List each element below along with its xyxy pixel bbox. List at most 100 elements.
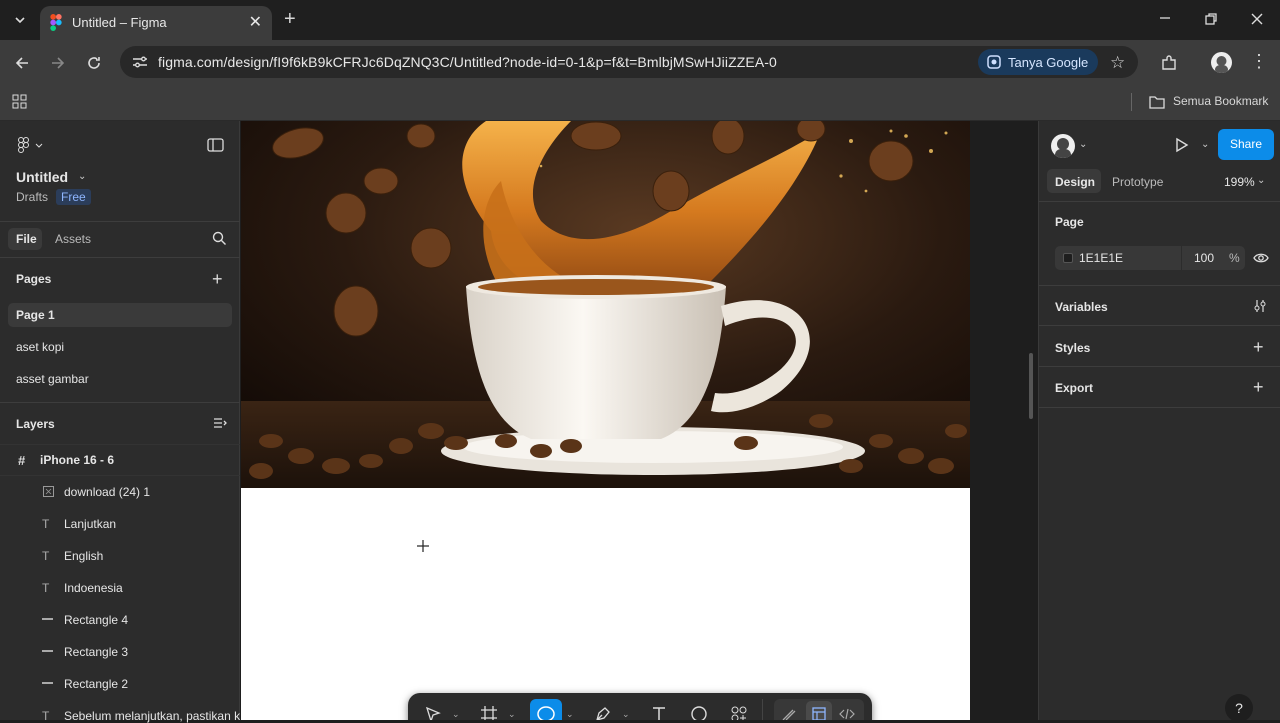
- frame-icon: #: [18, 453, 26, 468]
- google-lens-icon: [986, 54, 1002, 73]
- layer-frame-iphone[interactable]: iPhone 16 - 6: [40, 453, 114, 467]
- back-arrow-icon[interactable]: [14, 55, 30, 75]
- folder-icon: [1149, 95, 1165, 113]
- variables-sliders-icon[interactable]: [1253, 299, 1267, 316]
- chevron-down-icon[interactable]: ⌄: [452, 709, 460, 720]
- layer-item[interactable]: Lanjutkan: [64, 517, 116, 531]
- iphone-frame[interactable]: [241, 121, 970, 720]
- browser-tab-figma[interactable]: Untitled – Figma ✕: [40, 6, 272, 40]
- chevron-down-icon[interactable]: ⌄: [1201, 139, 1209, 150]
- layer-item[interactable]: Sebelum melanjutkan, pastikan ka: [64, 709, 240, 723]
- reload-icon[interactable]: [86, 55, 102, 75]
- page-fill-row[interactable]: 1E1E1E 100 %: [1055, 246, 1245, 270]
- help-button[interactable]: ?: [1225, 694, 1253, 722]
- tab-search-icon[interactable]: [12, 12, 28, 32]
- tab-close-icon[interactable]: ✕: [249, 12, 262, 32]
- tanya-google-button[interactable]: Tanya Google: [978, 49, 1098, 75]
- pages-header: Pages: [16, 272, 52, 286]
- design-canvas[interactable]: ⌄ ⌄ ⌄ ⌄: [241, 121, 1037, 720]
- dev-mode-icon[interactable]: [838, 705, 856, 720]
- tab-assets[interactable]: Assets: [55, 232, 91, 246]
- layer-item[interactable]: Rectangle 2: [64, 677, 128, 691]
- present-play-icon[interactable]: [1175, 137, 1189, 156]
- actions-tool-icon[interactable]: [730, 705, 748, 720]
- bookmark-star-icon[interactable]: ☆: [1110, 53, 1125, 73]
- pen-tool-icon[interactable]: [594, 705, 612, 720]
- window-close-icon[interactable]: [1250, 12, 1264, 30]
- layers-header: Layers: [16, 417, 55, 431]
- browser-tab-bar: Untitled – Figma ✕ +: [0, 0, 1280, 40]
- chrome-menu-icon[interactable]: ⋮: [1250, 52, 1268, 70]
- page-item-asset-gambar[interactable]: asset gambar: [16, 372, 89, 386]
- figma-main-menu-icon[interactable]: [17, 137, 43, 156]
- frame-tool-icon[interactable]: [480, 705, 498, 720]
- comment-tool-icon[interactable]: [690, 705, 708, 720]
- toggle-sidebar-icon[interactable]: [207, 138, 224, 155]
- tab-design[interactable]: Design: [1055, 175, 1095, 189]
- fill-row-divider: [1181, 246, 1182, 270]
- chevron-down-icon[interactable]: ⌄: [508, 709, 516, 720]
- layer-item[interactable]: Indoenesia: [64, 581, 123, 595]
- chevron-down-icon[interactable]: ⌄: [566, 709, 574, 720]
- site-info-icon[interactable]: [132, 55, 148, 72]
- text-tool-icon[interactable]: [650, 705, 668, 720]
- file-name-chevron-icon[interactable]: ⌄: [78, 171, 86, 182]
- file-name[interactable]: Untitled: [16, 169, 68, 185]
- add-page-icon[interactable]: +: [212, 269, 223, 290]
- coffee-splash-image[interactable]: [241, 121, 970, 488]
- toolbar-divider: [762, 699, 763, 720]
- eye-visibility-icon[interactable]: [1253, 251, 1269, 268]
- draw-mode-icon[interactable]: [780, 705, 798, 720]
- zoom-level[interactable]: 199%: [1224, 175, 1255, 189]
- forward-arrow-icon[interactable]: [50, 55, 66, 75]
- fill-opacity-input[interactable]: 100: [1194, 251, 1214, 265]
- figma-logo-icon: [50, 14, 62, 34]
- variables-section[interactable]: Variables: [1055, 300, 1108, 314]
- new-tab-icon[interactable]: +: [284, 9, 296, 29]
- chevron-down-icon[interactable]: ⌄: [1257, 175, 1265, 186]
- sidebar-divider: [0, 444, 240, 445]
- canvas-scrollbar[interactable]: [1029, 353, 1033, 419]
- search-icon[interactable]: [212, 231, 227, 249]
- chevron-down-icon[interactable]: ⌄: [1079, 139, 1087, 150]
- user-avatar[interactable]: [1051, 134, 1075, 158]
- share-button[interactable]: Share: [1218, 129, 1274, 160]
- fill-hex-input[interactable]: 1E1E1E: [1079, 251, 1123, 265]
- layer-item[interactable]: download (24) 1: [64, 485, 150, 499]
- chevron-down-icon[interactable]: ⌄: [622, 709, 630, 720]
- export-section[interactable]: Export: [1055, 381, 1093, 395]
- ellipse-tool-active[interactable]: [530, 699, 562, 720]
- tab-title: Untitled – Figma: [72, 15, 167, 30]
- left-sidebar: Untitled ⌄ Drafts Free File Assets Pages…: [0, 121, 240, 723]
- tab-file[interactable]: File: [16, 232, 37, 246]
- apps-grid-icon[interactable]: [12, 94, 28, 114]
- address-bar[interactable]: figma.com/design/fI9f6kB9kCFRJc6DqZNQ3C/…: [120, 46, 1138, 78]
- bookmarks-divider: [1131, 93, 1132, 111]
- minimize-icon[interactable]: [1158, 10, 1172, 28]
- styles-section[interactable]: Styles: [1055, 341, 1090, 355]
- file-location[interactable]: Drafts: [16, 190, 48, 204]
- page-item-page-1[interactable]: Page 1: [16, 308, 55, 322]
- layer-item[interactable]: Rectangle 3: [64, 645, 128, 659]
- extensions-icon[interactable]: [1160, 54, 1178, 76]
- rectangle-layer-icon: [42, 618, 53, 620]
- tab-prototype[interactable]: Prototype: [1112, 175, 1163, 189]
- tools-toolbar: ⌄ ⌄ ⌄ ⌄: [408, 693, 872, 720]
- layer-item[interactable]: English: [64, 549, 103, 563]
- crosshair-cursor-icon: [417, 540, 429, 555]
- color-swatch[interactable]: [1063, 253, 1073, 263]
- percent-sign: %: [1229, 251, 1240, 265]
- all-bookmarks-link[interactable]: Semua Bookmark: [1173, 94, 1268, 108]
- design-mode-icon[interactable]: [806, 701, 832, 720]
- add-export-icon[interactable]: +: [1253, 377, 1264, 398]
- add-style-icon[interactable]: +: [1253, 337, 1264, 358]
- restore-icon[interactable]: [1204, 12, 1218, 30]
- layer-item[interactable]: Rectangle 4: [64, 613, 128, 627]
- sidebar-divider: [0, 475, 240, 476]
- collapse-layers-icon[interactable]: [213, 417, 227, 432]
- text-layer-icon: T: [42, 581, 50, 595]
- page-item-aset-kopi[interactable]: aset kopi: [16, 340, 64, 354]
- move-tool-icon[interactable]: [424, 705, 442, 720]
- right-properties-panel: ⌄ ⌄ Share Design Prototype 199% ⌄ Page 1…: [1038, 121, 1280, 722]
- profile-avatar[interactable]: [1211, 52, 1232, 73]
